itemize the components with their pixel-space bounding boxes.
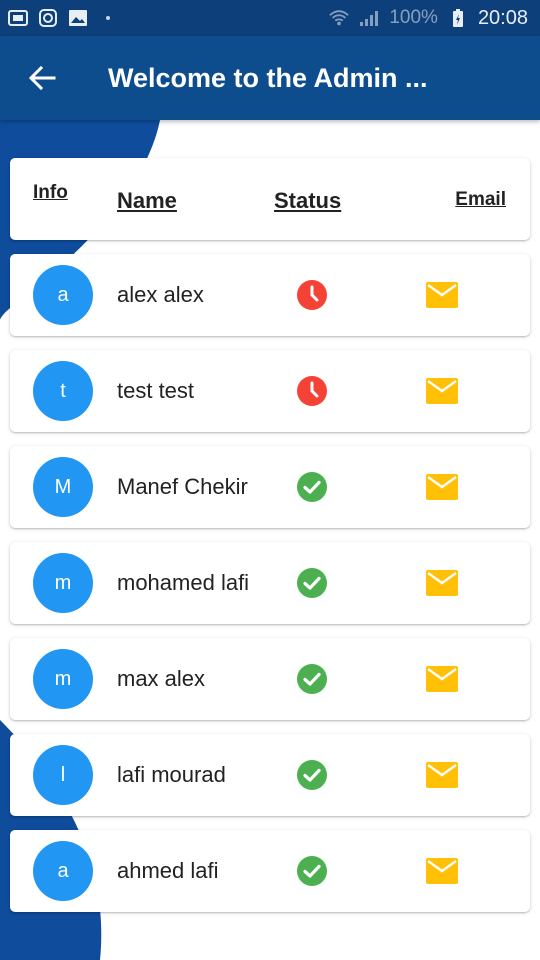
check-circle-icon[interactable] [296,567,328,599]
app-bar: Welcome to the Admin ... [0,36,540,120]
check-circle-icon[interactable] [296,855,328,887]
column-header-status: Status [274,188,342,213]
battery-percentage: 100% [389,7,438,28]
table-row[interactable]: m max alex [10,638,530,720]
wifi-icon [329,9,350,27]
user-name: lafi mourad [117,762,226,787]
back-button[interactable] [0,36,84,120]
check-circle-icon[interactable] [296,759,328,791]
column-header-name: Name [117,188,177,213]
user-list-container[interactable]: Info Name Status Email a alex alex t test t… [0,120,540,960]
column-header-email: Email [455,189,506,210]
table-row[interactable]: m mohamed lafi [10,542,530,624]
system-status-bar: 100% 20:08 [0,0,540,36]
mail-icon[interactable] [426,570,458,596]
notification-app-icon [8,9,28,27]
user-name: mohamed lafi [117,570,250,595]
user-name: ahmed lafi [117,858,219,883]
avatar[interactable]: m [33,649,93,709]
mail-icon[interactable] [426,762,458,788]
table-header: Info Name Status Email [10,158,530,240]
table-row[interactable]: l lafi mourad [10,734,530,816]
user-name: Manef Chekir [117,474,248,499]
check-circle-icon[interactable] [296,471,328,503]
column-header-info: Info [33,182,68,203]
mail-icon[interactable] [426,474,458,500]
clock-icon[interactable] [296,375,328,407]
gallery-icon [68,9,88,27]
avatar[interactable]: l [33,745,93,805]
user-name: test test [117,378,195,403]
clock-icon[interactable] [296,279,328,311]
user-name: max alex [117,666,206,691]
avatar[interactable]: a [33,265,93,325]
mail-icon[interactable] [426,282,458,308]
table-row[interactable]: a ahmed lafi [10,830,530,912]
table-row[interactable]: a alex alex [10,254,530,336]
avatar[interactable]: M [33,457,93,517]
mail-icon[interactable] [426,858,458,884]
arrow-left-icon [28,65,56,91]
avatar[interactable]: t [33,361,93,421]
more-notifications-dot-icon [106,16,110,20]
user-name: alex alex [117,282,204,307]
instagram-icon [38,9,58,27]
check-circle-icon[interactable] [296,663,328,695]
avatar[interactable]: m [33,553,93,613]
mail-icon[interactable] [426,666,458,692]
clock-time: 20:08 [477,6,528,29]
battery-charging-icon [448,9,468,27]
page-title: Welcome to the Admin ... [108,62,428,93]
table-row[interactable]: M Manef Chekir [10,446,530,528]
mail-icon[interactable] [426,378,458,404]
table-row[interactable]: t test test [10,350,530,432]
avatar[interactable]: a [33,841,93,901]
signal-icon [359,9,379,27]
